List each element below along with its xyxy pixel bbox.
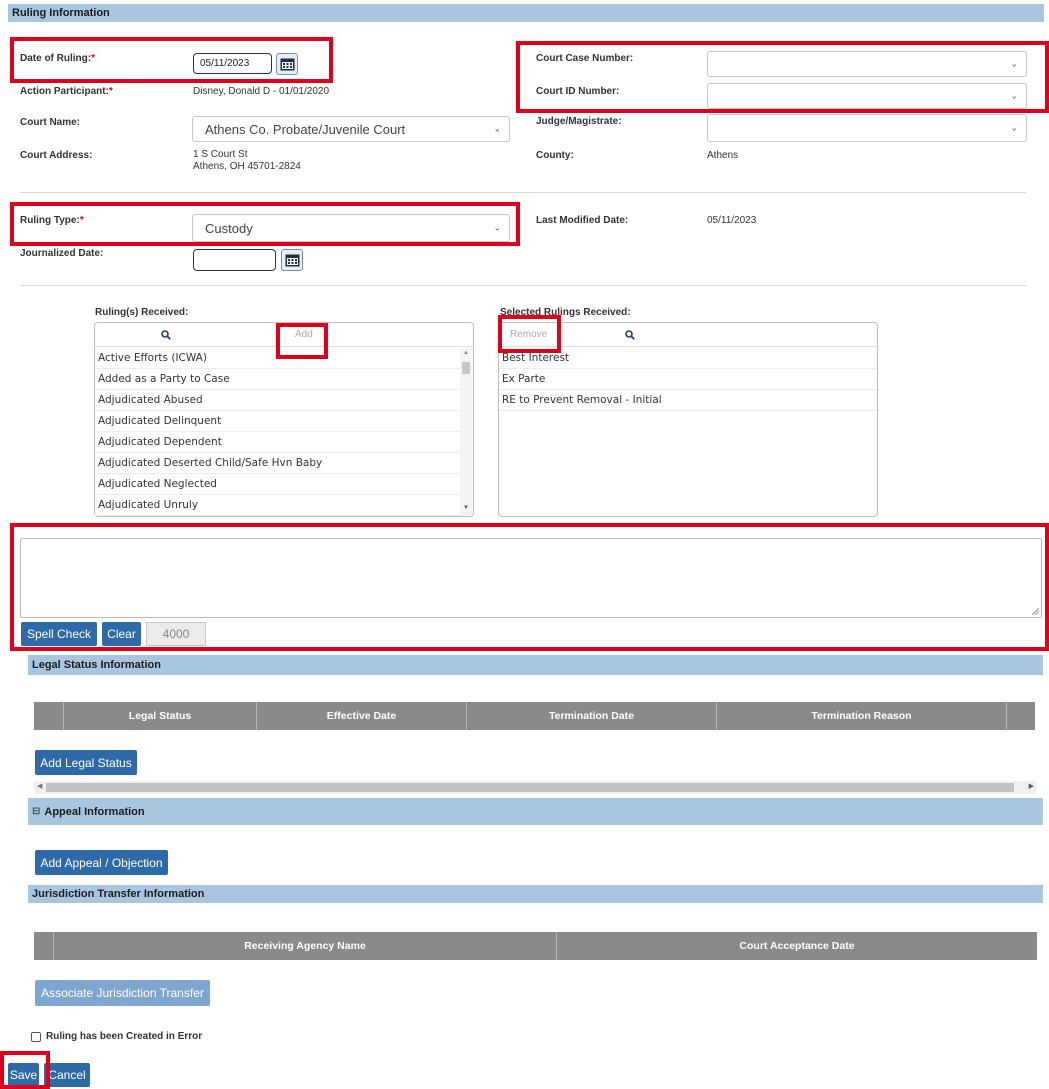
county-value: Athens [707, 150, 739, 161]
selected-rulings-list[interactable]: Remove Best Interest Ex Parte RE to Prev… [498, 322, 878, 517]
rulings-received-list[interactable]: Add Active Efforts (ICWA) Added as a Par… [94, 322, 474, 517]
divider [20, 192, 1026, 193]
calendar-icon [285, 254, 299, 267]
court-address-label: Court Address: [20, 150, 93, 161]
court-case-number-label: Court Case Number: [536, 53, 634, 64]
date-of-ruling-label: Date of Ruling:* [20, 53, 96, 64]
ruling-type-label: Ruling Type:* [20, 215, 84, 226]
court-case-number-select[interactable]: ⌄ [707, 51, 1027, 77]
ruling-information-title: Ruling Information [12, 7, 110, 19]
ruling-narrative-textarea[interactable] [20, 538, 1042, 618]
vertical-scrollbar[interactable]: ▲ ▼ [460, 348, 472, 516]
selected-rulings-items: Best Interest Ex Parte RE to Prevent Rem… [499, 348, 877, 411]
last-modified-date-label: Last Modified Date: [536, 215, 629, 226]
jurisdiction-transfer-header: Jurisdiction Transfer Information [28, 885, 1043, 903]
date-of-ruling-input[interactable]: 05/11/2023 [193, 53, 272, 74]
action-participant-value: Disney, Donald D - 01/01/2020 [193, 86, 330, 97]
court-name-select[interactable]: Athens Co. Probate/Juvenile Court ⌄ [192, 116, 510, 142]
list-item[interactable]: Adjudicated Unruly [95, 495, 460, 516]
add-legal-status-button[interactable]: Add Legal Status [35, 750, 137, 775]
resize-handle-icon[interactable] [1032, 608, 1039, 615]
column-termination-reason[interactable]: Termination Reason [717, 702, 1007, 730]
created-in-error-checkbox[interactable] [31, 1032, 41, 1042]
appeal-information-header[interactable]: ⊟ Appeal Information [28, 798, 1043, 825]
calendar-icon [280, 58, 294, 71]
judge-magistrate-select[interactable]: ⌄ [707, 114, 1027, 142]
legal-status-title: Legal Status Information [32, 659, 161, 671]
legal-status-grid-header: Legal Status Effective Date Termination … [34, 702, 1035, 730]
selected-rulings-label: Selected Rulings Received: [500, 307, 631, 318]
column-termination-date[interactable]: Termination Date [467, 702, 717, 730]
list-item[interactable]: RE to Prevent Removal - Initial [499, 390, 877, 411]
spell-check-button[interactable]: Spell Check [21, 622, 97, 646]
horizontal-scrollbar[interactable]: ◀ ▶ [34, 781, 1037, 794]
jurisdiction-transfer-title: Jurisdiction Transfer Information [32, 888, 205, 900]
cancel-button[interactable]: Cancel [44, 1063, 90, 1087]
legal-status-header: Legal Status Information [28, 655, 1043, 675]
ruling-type-select[interactable]: Custody ⌄ [192, 214, 510, 242]
list-item[interactable]: Adjudicated Dependent [95, 432, 460, 453]
remove-button[interactable]: Remove [510, 329, 547, 340]
associate-jurisdiction-transfer-button[interactable]: Associate Jurisdiction Transfer [35, 980, 210, 1006]
list-item[interactable]: Best Interest [499, 348, 877, 369]
column-effective-date[interactable]: Effective Date [257, 702, 467, 730]
court-id-number-label: Court ID Number: [536, 86, 620, 97]
court-name-label: Court Name: [20, 117, 81, 128]
chevron-down-icon: ⌄ [1010, 122, 1018, 133]
list-item[interactable]: Ex Parte [499, 369, 877, 390]
ruling-information-header: Ruling Information [8, 4, 1044, 22]
collapse-icon[interactable]: ⊟ [32, 806, 40, 817]
add-appeal-objection-button[interactable]: Add Appeal / Objection [35, 850, 168, 875]
chevron-down-icon: ⌄ [1010, 90, 1018, 101]
character-count: 4000 [146, 622, 206, 646]
appeal-information-title: Appeal Information [44, 805, 145, 818]
divider [20, 285, 1026, 286]
search-icon[interactable] [625, 330, 635, 340]
rulings-received-items: Active Efforts (ICWA) Added as a Party t… [95, 348, 460, 516]
chevron-down-icon: ⌄ [1010, 58, 1018, 69]
journalized-date-calendar-button[interactable] [281, 249, 303, 271]
chevron-down-icon: ⌄ [493, 123, 501, 134]
judge-magistrate-label: Judge/Magistrate: [536, 116, 622, 127]
court-id-number-select[interactable]: ⌄ [707, 83, 1027, 109]
last-modified-date-value: 05/11/2023 [707, 215, 757, 226]
column-receiving-agency-name[interactable]: Receiving Agency Name [54, 932, 557, 960]
action-participant-label: Action Participant:* [20, 86, 113, 97]
add-button[interactable]: Add [295, 329, 313, 340]
clear-button[interactable]: Clear [102, 622, 141, 646]
journalized-date-input[interactable] [193, 249, 276, 271]
jurisdiction-grid-header: Receiving Agency Name Court Acceptance D… [34, 932, 1037, 960]
list-item[interactable]: Added as a Party to Case [95, 369, 460, 390]
list-item[interactable]: Adjudicated Abused [95, 390, 460, 411]
column-legal-status[interactable]: Legal Status [64, 702, 257, 730]
save-button[interactable]: Save [8, 1063, 39, 1087]
county-label: County: [536, 150, 574, 161]
court-address-value: 1 S Court St Athens, OH 45701-2824 [193, 149, 301, 172]
list-item[interactable]: Adjudicated Deserted Child/Safe Hvn Baby [95, 453, 460, 474]
journalized-date-label: Journalized Date: [20, 248, 104, 259]
search-icon[interactable] [161, 330, 171, 340]
list-item[interactable]: Adjudicated Neglected [95, 474, 460, 495]
rulings-received-label: Ruling(s) Received: [95, 307, 189, 318]
list-item[interactable]: Active Efforts (ICWA) [95, 348, 460, 369]
date-of-ruling-calendar-button[interactable] [276, 53, 298, 75]
column-court-acceptance-date[interactable]: Court Acceptance Date [557, 932, 1037, 960]
chevron-down-icon: ⌄ [493, 222, 501, 233]
list-item[interactable]: Adjudicated Delinquent [95, 411, 460, 432]
created-in-error-label: Ruling has been Created in Error [46, 1031, 203, 1042]
